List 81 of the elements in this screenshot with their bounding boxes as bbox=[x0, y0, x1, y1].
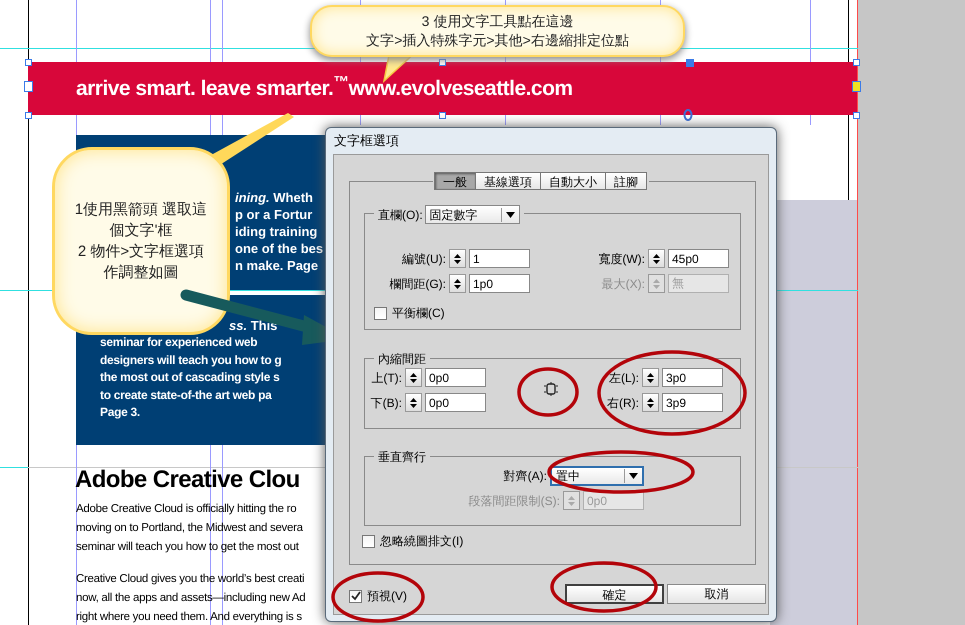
article-heading: Adobe Creative Clou bbox=[75, 465, 300, 495]
anchor-marker-icon bbox=[683, 109, 693, 121]
text-line: one of the bes bbox=[235, 240, 324, 257]
text-line: seminar for experienced web bbox=[100, 334, 258, 351]
checkbox-label: 忽略繞圖排文(I) bbox=[380, 533, 464, 550]
annotation-ellipse bbox=[517, 367, 579, 417]
spinner-arrows[interactable] bbox=[449, 249, 466, 268]
callout-text: 作調整如圖 bbox=[104, 263, 178, 283]
window-title: 文字框選項 bbox=[333, 132, 400, 150]
callout-text: 個文字'框 bbox=[110, 221, 172, 241]
selection-handle[interactable] bbox=[686, 59, 694, 67]
columns-dropdown[interactable]: 固定數字 bbox=[424, 205, 520, 224]
selection-handle[interactable] bbox=[25, 59, 32, 66]
field-label: 下(B): bbox=[370, 394, 402, 412]
field-label: 欄間距(G): bbox=[388, 276, 446, 292]
checkbox[interactable] bbox=[374, 306, 387, 320]
field-label: 左(L): bbox=[608, 370, 639, 386]
group-title: 垂直齊行 bbox=[374, 448, 430, 466]
banner-text: arrive smart. leave smarter.$^{™}$www.evolveseattle.com bbox=[76, 72, 573, 102]
text-line: seminar will teach you how to get the most out bbox=[76, 540, 300, 555]
callout-text: 2 物件>文字框選項 bbox=[78, 242, 204, 262]
dialog-button[interactable]: 取消 bbox=[667, 584, 766, 604]
selection-handle[interactable] bbox=[853, 112, 860, 119]
tab[interactable]: 註腳 bbox=[605, 172, 647, 190]
input-field[interactable]: 45p0 bbox=[668, 249, 729, 268]
selection-handle[interactable] bbox=[439, 59, 446, 66]
spinner-arrows[interactable] bbox=[642, 393, 659, 412]
tab[interactable]: 一般 bbox=[434, 172, 476, 190]
selection-handle[interactable] bbox=[439, 112, 446, 119]
text-line: moving on to Portland, the Midwest and severa bbox=[76, 521, 304, 536]
link-icon bbox=[544, 382, 558, 396]
text-line: to create state-of-the art web pa bbox=[100, 386, 273, 404]
align-label: 對齊(A): bbox=[504, 468, 547, 485]
align-dropdown[interactable]: 置中 bbox=[550, 466, 644, 486]
text-line: Page 3. bbox=[100, 404, 141, 421]
callout-text: 1使用黑箭頭 選取這 bbox=[74, 200, 208, 220]
spinner-arrows[interactable] bbox=[405, 393, 422, 412]
input-field[interactable]: 1 bbox=[469, 249, 530, 268]
group-title: 內縮間距 bbox=[374, 350, 430, 368]
text-line: p or a Fortur bbox=[235, 206, 314, 223]
selection-handle[interactable] bbox=[853, 59, 860, 66]
columns-label: 直欄(O): bbox=[378, 206, 423, 224]
input-field[interactable]: 1p0 bbox=[469, 274, 530, 293]
field-label: 右(R): bbox=[606, 394, 639, 412]
text-line: right where you need them. And everything is s bbox=[76, 610, 303, 625]
out-port-handle[interactable] bbox=[852, 81, 861, 92]
text-line: Adobe Creative Cloud is officially hitting the ro bbox=[76, 502, 298, 517]
text-line: Creative Cloud gives you the world’s best creati bbox=[76, 572, 306, 587]
text-line: now, all the apps and assets—including new Ad bbox=[76, 591, 306, 606]
spinner-arrows[interactable] bbox=[642, 368, 659, 387]
spinner-arrows[interactable] bbox=[648, 249, 665, 268]
text-line: iding training bbox=[235, 223, 318, 240]
selection-handle[interactable] bbox=[25, 112, 32, 119]
checkbox[interactable] bbox=[362, 534, 375, 548]
field-label: 上(T): bbox=[370, 370, 402, 386]
in-port-handle[interactable] bbox=[24, 81, 33, 92]
dialog-button[interactable]: 確定 bbox=[565, 584, 664, 604]
input-field[interactable]: 3p9 bbox=[662, 393, 723, 412]
field-label: 編號(U): bbox=[401, 250, 446, 268]
tab[interactable]: 自動大小 bbox=[540, 172, 606, 190]
checkbox-label: 平衡欄(C) bbox=[392, 305, 445, 322]
field-label: 段落間距限制(S): bbox=[468, 492, 560, 510]
tab[interactable]: 基線選項 bbox=[475, 172, 541, 190]
dropdown-caret-icon bbox=[629, 473, 638, 479]
field-label: 最大(X): bbox=[600, 276, 645, 292]
text-line: designers will teach you how to g bbox=[100, 352, 282, 368]
text-line: ss. This bbox=[229, 318, 278, 333]
dropdown-caret-icon bbox=[506, 212, 515, 218]
checkbox[interactable] bbox=[349, 590, 362, 602]
input-field[interactable]: 0p0 bbox=[425, 393, 486, 412]
callout-text: 文字>插入特殊字元>其他>右邊縮排定位點 bbox=[366, 31, 629, 50]
text-line: n make. Page bbox=[235, 257, 320, 274]
field-label: 寬度(W): bbox=[597, 250, 645, 268]
spinner-arrows[interactable] bbox=[405, 368, 422, 387]
callout-text: 3 使用文字工具點在這邊 bbox=[422, 12, 574, 31]
text-line: the most out of cascading style s bbox=[100, 369, 280, 386]
input-field[interactable]: 0p0 bbox=[425, 368, 486, 387]
checkbox-label: 預視(V) bbox=[367, 588, 407, 605]
input-field[interactable]: 3p0 bbox=[662, 368, 723, 387]
spinner-arrows[interactable] bbox=[449, 274, 466, 293]
text-line: ining. Wheth bbox=[235, 189, 314, 206]
